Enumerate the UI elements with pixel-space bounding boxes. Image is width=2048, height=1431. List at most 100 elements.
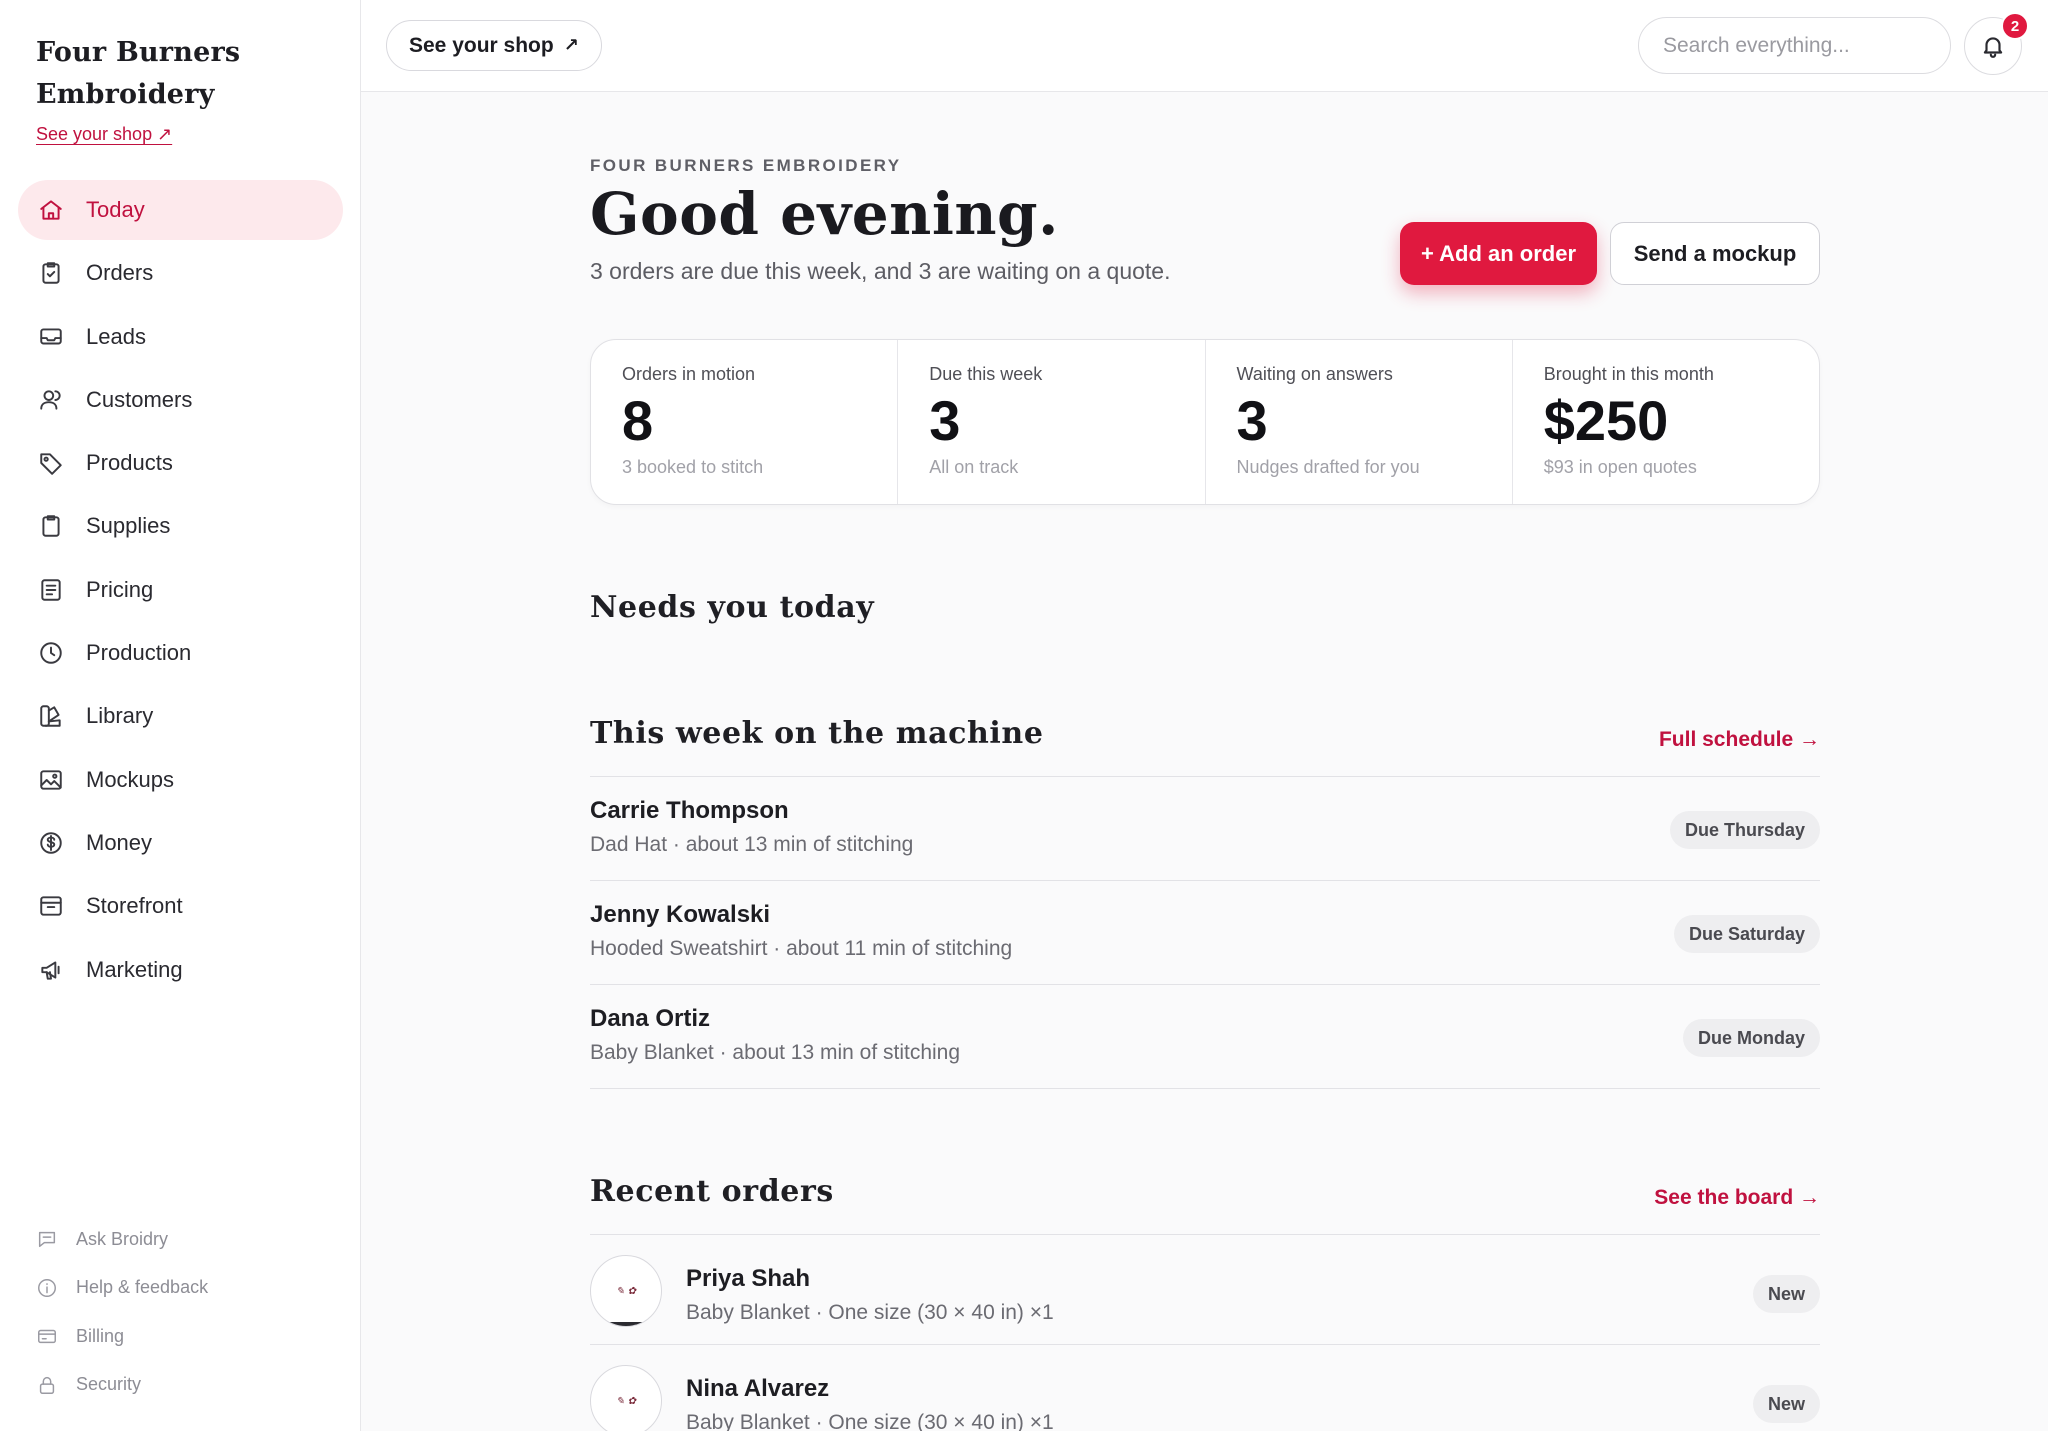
megaphone-icon: [36, 955, 66, 985]
home-icon: [36, 195, 66, 225]
stat-waiting-on-answers[interactable]: Waiting on answers 3 Nudges drafted for …: [1206, 340, 1513, 504]
sidebar-item-label: Products: [86, 450, 173, 476]
sidebar-item-orders[interactable]: Orders: [18, 243, 343, 303]
order-detail: Baby Blanket · about 13 min of stitching: [590, 1041, 961, 1064]
sidebar-item-pricing[interactable]: Pricing: [18, 560, 343, 620]
sidebar-item-label: Customers: [86, 386, 193, 412]
stat-value: 8: [622, 389, 654, 452]
lock-icon: [39, 1376, 55, 1394]
receipt-icon: [36, 575, 66, 605]
stat-note: All on track: [929, 457, 1019, 477]
schedule-row[interactable]: Carrie Thompson Dad Hat · about 13 min o…: [590, 777, 1820, 881]
add-order-button[interactable]: + Add an order: [1400, 222, 1597, 285]
sidebar-item-leads[interactable]: Leads: [18, 307, 343, 367]
security-link[interactable]: Security: [36, 1361, 336, 1410]
page-subtitle: 3 orders are due this week, and 3 are wa…: [590, 258, 1171, 284]
send-mockup-button[interactable]: Send a mockup: [1610, 222, 1820, 285]
sidebar-item-money[interactable]: Money: [18, 813, 343, 873]
sidebar-item-products[interactable]: Products: [18, 433, 343, 493]
sidebar-item-storefront[interactable]: Storefront: [18, 876, 343, 936]
ask-broidry-link[interactable]: Ask Broidry: [36, 1215, 336, 1264]
sidebar-footer: Ask Broidry Help & feedback Billing Secu…: [36, 1215, 336, 1409]
sidebar-item-production[interactable]: Production: [18, 623, 343, 683]
footer-item-label: Billing: [76, 1325, 125, 1346]
stat-due-this-week[interactable]: Due this week 3 All on track: [898, 340, 1206, 504]
top-bar: See your shop ↗ 2: [361, 0, 2048, 92]
customer-name: Dana Ortiz: [590, 1005, 711, 1032]
chat-icon: [38, 1232, 56, 1248]
needs-you-today-heading: Needs you today: [590, 590, 875, 625]
sidebar-item-label: Pricing: [86, 576, 154, 602]
page-title: Good evening.: [590, 180, 1059, 248]
stat-label: Brought in this month: [1543, 364, 1714, 384]
stat-label: Orders in motion: [622, 364, 756, 384]
mockup-logo-icon: ✎ ✿: [616, 1395, 636, 1407]
customer-name: Priya Shah: [686, 1265, 811, 1292]
order-detail: Baby Blanket · One size (30 × 40 in) ×1: [686, 1411, 1054, 1431]
order-detail: Baby Blanket · One size (30 × 40 in) ×1: [686, 1301, 1054, 1324]
divider: [590, 1088, 1820, 1089]
status-badge: New: [1752, 1385, 1820, 1423]
stat-orders-in-motion[interactable]: Orders in motion 8 3 booked to stitch: [591, 340, 899, 504]
see-your-shop-link[interactable]: See your shop ↗: [36, 124, 172, 145]
tag-icon: [36, 448, 66, 478]
inbox-icon: [36, 322, 66, 352]
info-icon: [38, 1278, 56, 1297]
machine-heading: This week on the machine: [590, 716, 1044, 751]
sidebar-item-customers[interactable]: Customers: [18, 370, 343, 430]
stat-note: 3 booked to stitch: [622, 457, 764, 477]
customer-name: Nina Alvarez: [686, 1375, 830, 1402]
sidebar-item-mockups[interactable]: Mockups: [18, 750, 343, 810]
product-thumbnail: ✎ ✿: [590, 1365, 662, 1431]
stat-label: Waiting on answers: [1236, 364, 1393, 384]
mockup-logo-icon: ✎ ✿: [616, 1285, 636, 1297]
swatch-icon: [36, 701, 66, 731]
stat-value: $250: [1543, 389, 1669, 452]
sidebar-item-label: Library: [86, 703, 154, 729]
stat-value: 3: [1236, 389, 1268, 452]
help-feedback-link[interactable]: Help & feedback: [36, 1264, 336, 1313]
stat-note: Nudges drafted for you: [1236, 457, 1420, 477]
shop-button-label: See your shop: [409, 33, 554, 57]
brand-name: Four Burners Embroidery: [36, 37, 241, 110]
see-your-shop-button[interactable]: See your shop ↗: [386, 20, 602, 71]
full-schedule-link[interactable]: Full schedule →: [1659, 728, 1820, 752]
sidebar-item-label: Today: [86, 197, 145, 222]
users-icon: [36, 385, 66, 415]
stat-brought-in-this-month[interactable]: Brought in this month $250 $93 in open q…: [1513, 340, 1819, 504]
sidebar-item-supplies[interactable]: Supplies: [18, 496, 343, 556]
sidebar-item-label: Leads: [86, 323, 146, 349]
order-row[interactable]: ✎ ✿ Priya Shah Baby Blanket · One size (…: [590, 1235, 1820, 1345]
order-row[interactable]: ✎ ✿ Nina Alvarez Baby Blanket · One size…: [590, 1345, 1820, 1431]
billing-link[interactable]: Billing: [36, 1312, 336, 1361]
sidebar-item-label: Supplies: [86, 513, 171, 539]
credit-card-icon: [38, 1330, 56, 1344]
sidebar-item-label: Production: [86, 640, 192, 666]
stat-label: Due this week: [929, 364, 1043, 384]
schedule-row[interactable]: Jenny Kowalski Hooded Sweatshirt · about…: [590, 881, 1820, 985]
see-the-board-link[interactable]: See the board →: [1654, 1186, 1820, 1210]
sidebar-nav: Today Orders Leads Customers Products Su…: [18, 180, 343, 1003]
sidebar: Four Burners Embroidery See your shop ↗ …: [0, 0, 361, 1431]
image-icon: [36, 765, 66, 795]
sidebar-item-label: Mockups: [86, 766, 175, 792]
product-thumbnail: ✎ ✿: [590, 1255, 662, 1327]
status-badge: New: [1752, 1275, 1820, 1313]
footer-item-label: Ask Broidry: [76, 1228, 169, 1249]
bell-icon: [1983, 37, 2003, 58]
due-badge: Due Thursday: [1669, 811, 1820, 849]
search-input[interactable]: [1638, 17, 1951, 74]
customer-name: Carrie Thompson: [590, 797, 789, 824]
stats-card: Orders in motion 8 3 booked to stitch Du…: [590, 339, 1820, 505]
sidebar-item-label: Orders: [86, 260, 154, 286]
clipboard-check-icon: [36, 258, 66, 288]
sidebar-item-label: Marketing: [86, 956, 183, 982]
sidebar-item-marketing[interactable]: Marketing: [18, 940, 343, 1000]
dollar-circle-icon: [36, 828, 66, 858]
schedule-row[interactable]: Dana Ortiz Baby Blanket · about 13 min o…: [590, 985, 1820, 1089]
sidebar-item-today[interactable]: Today: [18, 180, 343, 240]
order-detail: Hooded Sweatshirt · about 11 min of stit…: [590, 937, 1013, 960]
sidebar-item-label: Money: [86, 829, 153, 855]
sidebar-item-library[interactable]: Library: [18, 686, 343, 746]
clock-icon: [36, 638, 66, 668]
